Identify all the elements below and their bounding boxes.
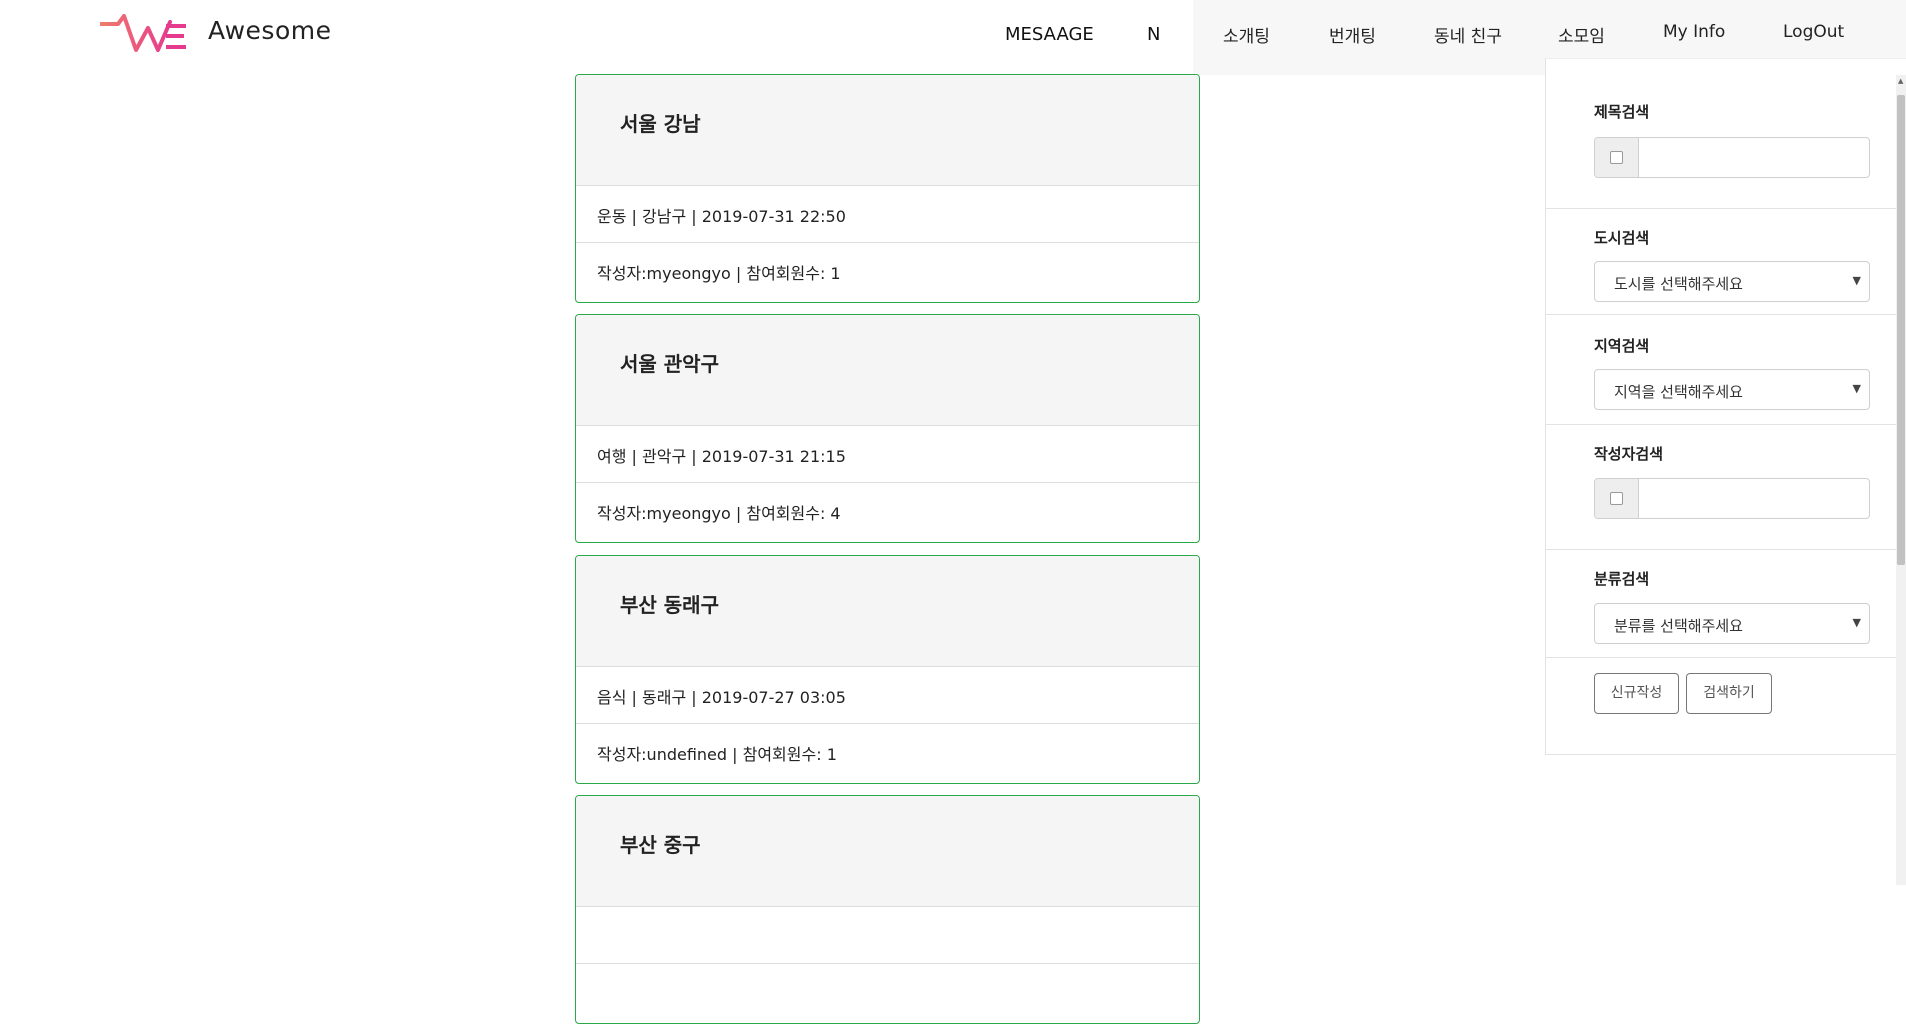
author-search-label: 작성자검색 <box>1594 445 1664 463</box>
category-select-value: 분류를 선택해주세요 <box>1614 617 1743 635</box>
post-card[interactable]: 부산 동래구 음식 | 동래구 | 2019-07-27 03:05 작성자:u… <box>575 555 1200 784</box>
post-meta <box>576 907 1199 964</box>
nav-neighborhood-friends[interactable]: 동네 친구 <box>1434 22 1502 47</box>
post-meta: 음식 | 동래구 | 2019-07-27 03:05 <box>576 667 1199 724</box>
city-select[interactable]: 도시를 선택해주세요 ▼ <box>1594 261 1870 302</box>
section-divider <box>1546 549 1896 550</box>
author-search-checkbox[interactable] <box>1610 492 1623 505</box>
post-title[interactable]: 부산 동래구 <box>620 589 719 618</box>
brand-name[interactable]: Awesome <box>208 16 331 45</box>
city-select-value: 도시를 선택해주세요 <box>1614 275 1743 293</box>
author-search-input[interactable] <box>1639 479 1869 518</box>
post-author-info: 작성자:myeongyo | 참여회원수: 1 <box>597 264 841 283</box>
section-divider <box>1546 314 1896 315</box>
title-search-addon <box>1595 138 1639 177</box>
post-card[interactable]: 서울 관악구 여행 | 관악구 | 2019-07-31 21:15 작성자:m… <box>575 314 1200 543</box>
post-author-info <box>576 964 1199 1021</box>
post-title[interactable]: 서울 관악구 <box>620 348 719 377</box>
region-select-value: 지역을 선택해주세요 <box>1614 383 1743 401</box>
page-scrollbar[interactable]: ▲ <box>1896 75 1906 885</box>
title-search-input[interactable] <box>1639 138 1869 177</box>
post-meta: 운동 | 강남구 | 2019-07-31 22:50 <box>576 186 1199 243</box>
author-search-addon <box>1595 479 1639 518</box>
post-author-info: 작성자:myeongyo | 참여회원수: 4 <box>597 504 841 523</box>
section-divider <box>1546 424 1896 425</box>
author-search-group <box>1594 478 1870 519</box>
scrollbar-thumb[interactable] <box>1897 95 1905 565</box>
post-card[interactable]: 부산 중구 <box>575 795 1200 1024</box>
title-search-group <box>1594 137 1870 178</box>
post-title[interactable]: 서울 강남 <box>620 108 701 137</box>
region-select[interactable]: 지역을 선택해주세요 ▼ <box>1594 369 1870 410</box>
new-post-button[interactable]: 신규작성 <box>1594 673 1679 714</box>
nav-my-info[interactable]: My Info <box>1663 22 1725 42</box>
scroll-up-arrow-icon[interactable]: ▲ <box>1898 77 1903 85</box>
post-card[interactable]: 서울 강남 운동 | 강남구 | 2019-07-31 22:50 작성자:my… <box>575 74 1200 303</box>
region-search-label: 지역검색 <box>1594 337 1650 355</box>
category-search-label: 분류검색 <box>1594 570 1650 588</box>
nav-flash-meetup[interactable]: 번개팅 <box>1329 22 1376 47</box>
post-card-header: 서울 관악구 <box>576 315 1199 426</box>
post-card-header: 부산 중구 <box>576 796 1199 907</box>
post-author-info: 작성자:undefined | 참여회원수: 1 <box>597 745 837 764</box>
nav-logout[interactable]: LogOut <box>1783 22 1844 42</box>
title-search-checkbox[interactable] <box>1610 151 1623 164</box>
post-card-header: 서울 강남 <box>576 75 1199 186</box>
message-new-badge[interactable]: N <box>1147 24 1160 45</box>
section-divider <box>1546 657 1896 658</box>
post-card-header: 부산 동래구 <box>576 556 1199 667</box>
chevron-down-icon: ▼ <box>1852 274 1861 287</box>
nav-small-group[interactable]: 소모임 <box>1558 22 1605 47</box>
post-meta: 여행 | 관악구 | 2019-07-31 21:15 <box>576 426 1199 483</box>
section-divider <box>1546 208 1896 209</box>
nav-blind-date[interactable]: 소개팅 <box>1223 22 1270 47</box>
awe-logo-icon[interactable] <box>100 14 186 54</box>
search-sidebar: 제목검색 도시검색 도시를 선택해주세요 ▼ 지역검색 지역을 선택해주세요 ▼… <box>1545 58 1906 755</box>
category-select[interactable]: 분류를 선택해주세요 ▼ <box>1594 603 1870 644</box>
city-search-label: 도시검색 <box>1594 229 1650 247</box>
title-search-label: 제목검색 <box>1594 103 1650 121</box>
chevron-down-icon: ▼ <box>1852 382 1861 395</box>
search-button[interactable]: 검색하기 <box>1686 673 1772 714</box>
post-title[interactable]: 부산 중구 <box>620 829 701 858</box>
chevron-down-icon: ▼ <box>1852 616 1861 629</box>
message-link[interactable]: MESAAGE <box>1005 24 1094 45</box>
